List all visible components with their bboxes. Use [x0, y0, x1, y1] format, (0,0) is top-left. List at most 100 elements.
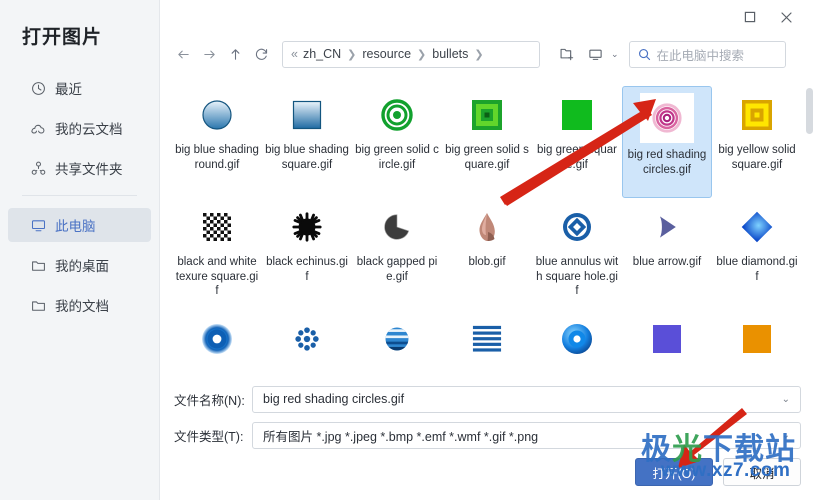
file-item[interactable]: blue arrow.gif — [622, 198, 712, 310]
sidebar-item-label: 我的桌面 — [55, 259, 109, 274]
chevron-right-icon: ❯ — [347, 48, 357, 61]
scrollbar-thumb[interactable] — [806, 88, 813, 134]
maximize-button[interactable] — [733, 3, 767, 31]
file-item[interactable]: big blue shading square.gif — [262, 86, 352, 198]
chevron-down-icon[interactable]: ⌄ — [611, 49, 619, 60]
file-name: blue annulus with square hole.gif — [535, 256, 619, 297]
sidebar-item-label: 此电脑 — [55, 219, 96, 234]
black-starburst-icon — [284, 204, 330, 250]
back-arrow-icon[interactable] — [170, 41, 196, 67]
file-name: big red shading circles.gif — [627, 149, 707, 176]
file-item[interactable]: blue annulus with square hole.gif — [532, 198, 622, 310]
folder-icon — [30, 257, 46, 273]
green-nested-square-icon — [464, 92, 510, 138]
title-bar — [160, 0, 815, 34]
file-list-scrollbar[interactable] — [806, 88, 813, 376]
filename-label: 文件名称(N): — [174, 393, 245, 408]
file-item[interactable] — [532, 310, 622, 378]
breadcrumb-overflow[interactable]: « — [291, 47, 298, 61]
file-item[interactable]: big yellow solid square.gif — [712, 86, 802, 198]
file-item[interactable]: big green solid square.gif — [442, 86, 532, 198]
folder-icon — [30, 297, 46, 313]
filename-field[interactable]: big red shading circles.gif ⌄ — [252, 385, 801, 413]
sidebar-item-label: 我的云文档 — [55, 122, 123, 137]
file-item[interactable] — [622, 310, 712, 378]
red-rings-circle-icon — [640, 93, 694, 143]
filename-row: 文件名称(N): big red shading circles.gif ⌄ — [174, 384, 801, 414]
file-item[interactable]: big blue shading round.gif — [172, 86, 262, 198]
close-icon[interactable] — [769, 3, 803, 31]
file-name: big blue shading round.gif — [175, 144, 259, 171]
refresh-icon[interactable] — [248, 41, 274, 67]
filetype-select[interactable]: 所有图片 *.jpg *.jpeg *.bmp *.emf *.wmf *.gi… — [252, 421, 801, 449]
filetype-label: 文件类型(T): — [174, 429, 244, 444]
sidebar-item-shared-folder[interactable]: 共享文件夹 — [8, 151, 151, 185]
file-item[interactable]: big green solid circle.gif — [352, 86, 442, 198]
chevron-down-icon[interactable]: ⌄ — [782, 430, 790, 441]
sidebar-item-documents[interactable]: 我的文档 — [8, 288, 151, 322]
cancel-button[interactable]: 取消 — [723, 458, 801, 486]
orange-square-icon — [734, 316, 780, 362]
sidebar-nav: 最近 我的云文档 共享文件夹 此电脑 我的桌面 我的文档 — [0, 71, 159, 322]
file-name: big green square.gif — [537, 144, 617, 171]
navigation-toolbar: « zh_CN ❯ resource ❯ bullets ❯ ⌄ 在此电脑中搜索 — [160, 34, 815, 74]
sidebar-item-label: 最近 — [55, 82, 82, 97]
file-item[interactable] — [352, 310, 442, 378]
file-item[interactable]: big green square.gif — [532, 86, 622, 198]
sidebar-item-cloud-docs[interactable]: 我的云文档 — [8, 111, 151, 145]
open-image-dialog: 打开图片 最近 我的云文档 共享文件夹 此电脑 我的桌面 我的文档 « zh_C… — [0, 0, 815, 500]
breadcrumb-segment-3[interactable]: bullets — [432, 47, 468, 61]
new-folder-icon[interactable] — [554, 41, 580, 67]
dialog-form: 文件名称(N): big red shading circles.gif ⌄ 文… — [160, 378, 815, 500]
blue-gradient-square-icon — [284, 92, 330, 138]
file-name: big yellow solid square.gif — [718, 144, 796, 171]
sidebar-item-desktop[interactable]: 我的桌面 — [8, 248, 151, 282]
purple-square-icon — [644, 316, 690, 362]
file-grid: big blue shading round.gif big blue shad… — [160, 82, 815, 378]
dialog-title: 打开图片 — [22, 27, 103, 48]
forward-arrow-icon[interactable] — [196, 41, 222, 67]
green-flat-square-icon — [554, 92, 600, 138]
file-item[interactable]: blue diamond.gif — [712, 198, 802, 310]
sidebar-divider — [22, 195, 137, 196]
view-mode-icon[interactable] — [582, 41, 608, 67]
sidebar-item-this-pc[interactable]: 此电脑 — [8, 208, 151, 242]
clock-icon — [30, 80, 46, 96]
filename-value: big red shading circles.gif — [263, 392, 405, 406]
search-placeholder: 在此电脑中搜索 — [656, 48, 745, 63]
blue-diamond-icon — [734, 204, 780, 250]
file-item[interactable] — [172, 310, 262, 378]
sidebar: 打开图片 最近 我的云文档 共享文件夹 此电脑 我的桌面 我的文档 — [0, 0, 160, 500]
sidebar-item-recent[interactable]: 最近 — [8, 71, 151, 105]
breadcrumb[interactable]: « zh_CN ❯ resource ❯ bullets ❯ — [282, 40, 540, 68]
open-button[interactable]: 打开(O) — [635, 458, 713, 486]
file-item[interactable]: black echinus.gif — [262, 198, 352, 310]
blue-annulus-square-hole-icon — [554, 204, 600, 250]
breadcrumb-segment-2[interactable]: resource — [362, 47, 411, 61]
up-arrow-icon[interactable] — [222, 41, 248, 67]
file-item[interactable]: blob.gif — [442, 198, 532, 310]
file-item[interactable] — [712, 310, 802, 378]
file-name: black gapped pie.gif — [356, 256, 438, 283]
file-item[interactable]: black gapped pie.gif — [352, 198, 442, 310]
blob-shape-icon — [464, 204, 510, 250]
share-icon — [30, 160, 46, 176]
cloud-icon — [30, 120, 46, 136]
chevron-right-icon[interactable]: ❯ — [474, 48, 483, 61]
monitor-icon — [30, 217, 46, 233]
yellow-nested-square-icon — [734, 92, 780, 138]
checker-square-icon — [194, 204, 240, 250]
green-rings-circle-icon — [374, 92, 420, 138]
breadcrumb-segment-1[interactable]: zh_CN — [303, 47, 341, 61]
file-list[interactable]: big blue shading round.gif big blue shad… — [160, 82, 815, 378]
file-item[interactable]: black and white texure square.gif — [172, 198, 262, 310]
file-item[interactable] — [262, 310, 352, 378]
filetype-row: 文件类型(T): 所有图片 *.jpg *.jpeg *.bmp *.emf *… — [174, 420, 801, 450]
search-input[interactable]: 在此电脑中搜索 — [628, 40, 786, 68]
file-name: black and white texure square.gif — [175, 256, 259, 297]
chevron-down-icon[interactable]: ⌄ — [782, 394, 790, 405]
blue-snowflake-icon — [284, 316, 330, 362]
file-item-selected[interactable]: big red shading circles.gif — [622, 86, 712, 198]
file-item[interactable] — [442, 310, 532, 378]
file-name: big green solid square.gif — [445, 144, 529, 171]
